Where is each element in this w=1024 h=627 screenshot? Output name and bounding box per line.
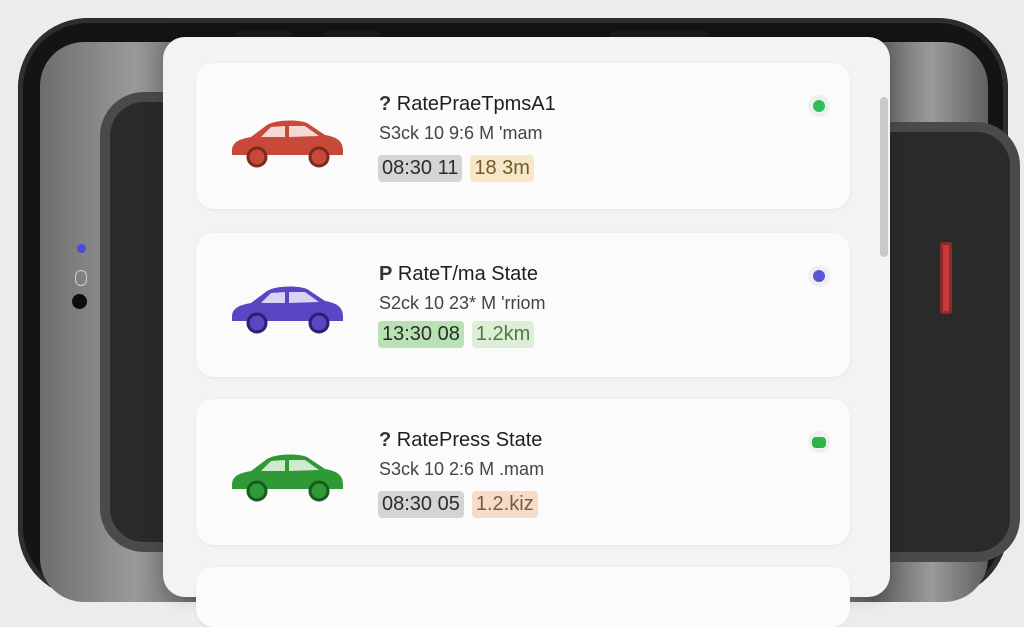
- status-indicator: [808, 431, 830, 453]
- camera-lens: [72, 294, 87, 309]
- vehicle-subtitle: S3ck 10 9:6 M 'mam: [379, 123, 543, 143]
- status-dot: [813, 100, 825, 112]
- time-badge: 08:30 05: [378, 491, 464, 518]
- vehicle-card-partial[interactable]: [196, 567, 850, 627]
- vehicle-title-text: RatePress State: [396, 429, 543, 451]
- status-dot: [813, 270, 825, 282]
- distance-badge: 18 3m: [470, 155, 534, 182]
- time-badge: 13:30 08: [378, 321, 464, 348]
- sensor-ring: [75, 270, 87, 286]
- vehicle-card[interactable]: ? RatePress State S3ck 10 2:6 M .mam 08:…: [196, 399, 850, 545]
- vehicle-title-text: RateT/ma State: [397, 263, 538, 285]
- vehicle-card[interactable]: ? RatePraeTpmsA1 S3ck 10 9:6 M 'mam 08:3…: [196, 63, 850, 209]
- time-badge: 08:30 11: [378, 155, 463, 182]
- title-glyph: ?: [379, 429, 392, 451]
- vehicle-subtitle: S2ck 10 23* M 'rriom: [379, 293, 546, 313]
- status-indicator: [808, 95, 830, 117]
- scrollbar[interactable]: [880, 97, 888, 257]
- vehicle-title: P RateT/ma State: [379, 263, 538, 286]
- title-glyph: P: [379, 263, 393, 285]
- distance-badge: 1.2km: [471, 321, 535, 348]
- vehicle-subtitle: S3ck 10 2:6 M .mam: [379, 459, 545, 479]
- vehicle-title: ? RatePress State: [379, 429, 542, 452]
- car-icon: [232, 120, 343, 168]
- status-dot: [812, 436, 826, 448]
- sensor-indicator: [77, 244, 86, 253]
- vehicle-list-panel: ? RatePraeTpmsA1 S3ck 10 9:6 M 'mam 08:3…: [163, 37, 890, 627]
- vehicle-title-text: RatePraeTpmsA1: [396, 93, 556, 115]
- distance-badge: 1.2.kiz: [471, 491, 538, 518]
- vehicle-card[interactable]: P RateT/ma State S2ck 10 23* M 'rriom 13…: [196, 233, 850, 377]
- car-icon: [232, 454, 343, 502]
- vehicle-title: ? RatePraeTpmsA1: [379, 93, 556, 116]
- title-glyph: ?: [379, 93, 392, 115]
- car-icon: [232, 286, 343, 334]
- side-indicator: [940, 242, 952, 314]
- status-indicator: [808, 265, 830, 287]
